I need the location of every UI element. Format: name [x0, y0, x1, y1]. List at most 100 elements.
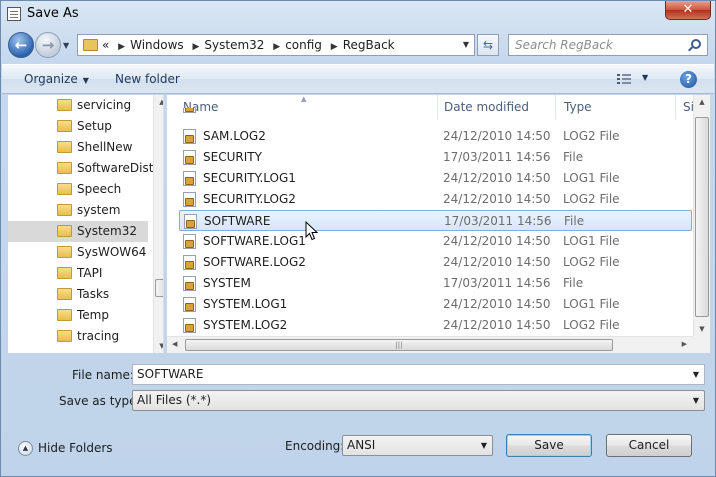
forward-button[interactable]: → — [35, 32, 61, 58]
date-modified-cell: 24/12/2010 14:50 — [443, 129, 551, 143]
save-as-type-select[interactable]: All Files (*.*) ▼ — [132, 390, 705, 411]
file-row[interactable]: SOFTWARE 17/03/2011 14:56 File — [179, 210, 692, 231]
search-placeholder: Search RegBack — [515, 38, 613, 52]
tree-item[interactable]: servicing — [8, 95, 148, 116]
date-modified-cell: 17/03/2011 14:56 — [444, 214, 552, 228]
date-modified-cell: 24/12/2010 14:50 — [443, 192, 551, 206]
tree-item[interactable]: TAPI — [8, 263, 148, 284]
breadcrumb-windows[interactable]: Windows — [130, 38, 184, 52]
file-name-cell: SECURITY — [203, 150, 262, 164]
refresh-button[interactable]: ⇆ — [477, 34, 499, 56]
breadcrumb-separator-icon[interactable]: ▶ — [331, 42, 338, 52]
breadcrumb-config[interactable]: config — [285, 38, 322, 52]
file-name-cell: SAM.LOG2 — [203, 129, 266, 143]
title-bar[interactable]: Save As ✕ — [1, 1, 715, 29]
folder-icon — [57, 330, 72, 342]
file-row[interactable]: SECURITY.LOG2 24/12/2010 14:50 LOG2 File — [179, 189, 692, 210]
scroll-right-icon[interactable]: ▶ — [682, 340, 687, 348]
breadcrumb-system32[interactable]: System32 — [204, 38, 264, 52]
tree-item[interactable]: system — [8, 200, 148, 221]
file-row[interactable]: SYSTEM 17/03/2011 14:56 File — [179, 273, 692, 294]
file-row[interactable]: SOFTWARE.LOG2 24/12/2010 14:50 LOG2 File — [179, 252, 692, 273]
file-list-vertical-scrollbar[interactable]: ▲ ▼ — [693, 95, 710, 336]
scroll-thumb[interactable] — [695, 117, 709, 317]
folder-icon — [57, 288, 72, 300]
file-row[interactable]: SYSTEM.LOG1 24/12/2010 14:50 LOG1 File — [179, 294, 692, 315]
file-row[interactable]: SECURITY 17/03/2011 14:56 File — [179, 147, 692, 168]
collapse-up-icon: ▲ — [18, 441, 33, 456]
file-name-cell: SYSTEM.LOG2 — [203, 318, 288, 332]
tree-item-label: Temp — [77, 308, 109, 322]
tree-item-label: Speech — [77, 182, 122, 196]
scroll-thumb[interactable]: ||| — [185, 339, 613, 351]
address-dropdown-icon[interactable]: ▼ — [463, 40, 469, 49]
new-folder-button[interactable]: New folder — [115, 72, 180, 86]
scroll-thumb[interactable] — [155, 279, 163, 297]
help-icon[interactable]: ? — [680, 71, 697, 88]
view-options-dropdown-icon[interactable]: ▼ — [642, 73, 648, 82]
change-view-icon[interactable] — [617, 73, 631, 85]
tree-vertical-scrollbar[interactable]: ▲ ▼ — [153, 95, 163, 353]
list-item[interactable] — [179, 108, 692, 118]
command-bar: Organize ▼ New folder ▼ ? — [2, 64, 714, 94]
folder-icon — [57, 120, 72, 132]
breadcrumb-separator-icon[interactable]: ▶ — [193, 42, 200, 52]
breadcrumb-regback[interactable]: RegBack — [343, 38, 395, 52]
scroll-up-icon[interactable]: ▲ — [154, 98, 163, 106]
breadcrumb-separator-icon[interactable]: ▶ — [273, 42, 280, 52]
search-input[interactable]: Search RegBack — [508, 34, 708, 56]
tree-item[interactable]: System32 — [8, 221, 148, 242]
tree-item[interactable]: Temp — [8, 305, 148, 326]
tree-item-label: SoftwareDistri — [77, 161, 162, 175]
save-as-type-label: Save as type: — [59, 394, 141, 408]
encoding-select[interactable]: ANSI ▼ — [342, 435, 493, 456]
tree-item[interactable]: Setup — [8, 116, 148, 137]
scroll-down-icon[interactable]: ▼ — [694, 325, 710, 333]
scroll-down-icon[interactable]: ▼ — [154, 342, 163, 350]
tree-item[interactable]: Tasks — [8, 284, 148, 305]
tree-item-label: servicing — [77, 98, 132, 112]
date-modified-cell: 17/03/2011 14:56 — [443, 276, 551, 290]
recent-locations-dropdown-icon[interactable]: ▼ — [63, 41, 69, 50]
forward-arrow-icon: → — [41, 36, 55, 54]
tree-item-label: TAPI — [77, 266, 103, 280]
file-row[interactable]: SOFTWARE.LOG1 24/12/2010 14:50 LOG1 File — [179, 231, 692, 252]
file-name-dropdown-icon[interactable]: ▼ — [693, 370, 699, 379]
save-button[interactable]: Save — [506, 434, 592, 457]
breadcrumb-overflow[interactable]: « — [102, 38, 109, 52]
folder-icon — [57, 162, 72, 174]
locked-file-icon — [183, 234, 196, 249]
search-icon[interactable] — [691, 39, 701, 49]
tree-item-label: Tasks — [77, 287, 110, 301]
tree-item[interactable]: SysWOW64 — [8, 242, 148, 263]
file-name-label: File name: — [72, 368, 134, 382]
save-as-type-value: All Files (*.*) — [137, 393, 212, 407]
address-bar[interactable]: « ▶ Windows ▶ System32 ▶ config ▶ RegBack ▼ — [77, 34, 475, 56]
tree-item[interactable]: ShellNew — [8, 137, 148, 158]
breadcrumb-separator-icon[interactable]: ▶ — [118, 42, 125, 52]
file-name-input[interactable]: SOFTWARE ▼ — [132, 364, 705, 385]
file-list-horizontal-scrollbar[interactable]: ◀ ||| ▶ — [167, 336, 693, 353]
tree-item-label: ShellNew — [77, 140, 133, 154]
close-button[interactable]: ✕ — [665, 1, 711, 20]
type-cell: LOG2 File — [563, 318, 620, 332]
scrollbar-corner — [693, 336, 710, 353]
tree-item[interactable]: SoftwareDistri — [8, 158, 162, 179]
organize-button[interactable]: Organize ▼ — [24, 72, 89, 86]
cancel-button[interactable]: Cancel — [606, 434, 692, 457]
back-button[interactable]: ← — [8, 32, 34, 58]
refresh-icon: ⇆ — [482, 38, 494, 52]
scroll-up-icon[interactable]: ▲ — [694, 98, 710, 106]
scroll-left-icon[interactable]: ◀ — [172, 340, 177, 348]
file-row[interactable]: SYSTEM.LOG2 24/12/2010 14:50 LOG2 File — [179, 315, 692, 336]
file-row[interactable]: SAM.LOG2 24/12/2010 14:50 LOG2 File — [179, 126, 692, 147]
tree-item-label: SysWOW64 — [77, 245, 147, 259]
date-modified-cell: 24/12/2010 14:50 — [443, 255, 551, 269]
file-row[interactable]: SECURITY.LOG1 24/12/2010 14:50 LOG1 File — [179, 168, 692, 189]
locked-file-icon — [183, 171, 196, 186]
file-name-cell: SOFTWARE.LOG1 — [203, 234, 306, 248]
tree-item[interactable]: tracing — [8, 326, 148, 347]
tree-item[interactable]: Speech — [8, 179, 148, 200]
file-list: ▲ Name Date modified Type Si SAM.LOG2 24/… — [167, 95, 710, 353]
chevron-down-icon: ▼ — [82, 76, 89, 85]
